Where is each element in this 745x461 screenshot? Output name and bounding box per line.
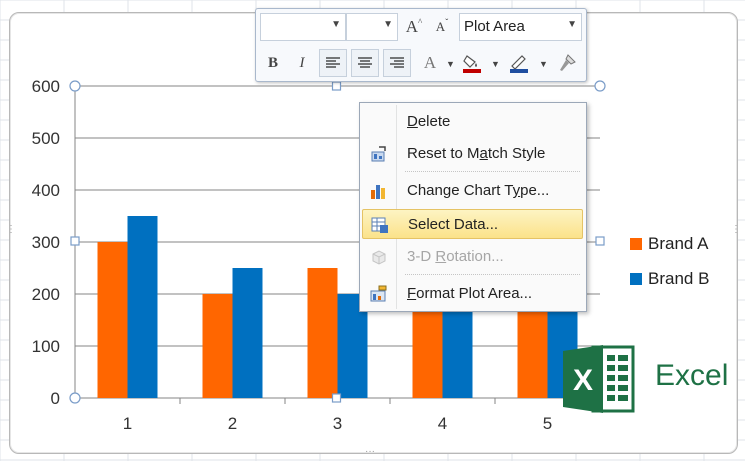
plot-area-resize-handle: [69, 80, 81, 92]
menu-item-delete[interactable]: Delete: [362, 107, 583, 137]
format-painter-button[interactable]: [553, 49, 581, 77]
excel-wordmark: Excel: [655, 359, 729, 392]
menu-item-label: 3-D Rotation...: [407, 248, 504, 265]
rotation-icon: [372, 250, 386, 265]
menu-item-reset-style[interactable]: Reset to Match Style: [362, 139, 583, 169]
plot-area-resize-handle: [595, 236, 605, 246]
y-tick-label: 600: [32, 77, 60, 96]
font-color-label: A: [423, 53, 437, 72]
menu-item-change-chart-type[interactable]: Change Chart Type...: [362, 176, 583, 206]
menu-item-label: Select Data...: [408, 216, 499, 233]
legend-label-brand-a: Brand A: [648, 233, 709, 253]
y-tick-label: 500: [32, 129, 60, 148]
reset-style-icon: [371, 146, 386, 162]
select-data-icon: [371, 217, 388, 233]
bar-brand-a-3: [307, 268, 338, 398]
excel-logo-letter: X: [573, 364, 593, 397]
italic-button[interactable]: I: [288, 49, 316, 77]
fill-color-icon: [463, 55, 481, 73]
bar-brand-a-1: [97, 242, 128, 398]
shrink-font-button[interactable]: Aˇ: [428, 13, 456, 41]
chart-type-icon: [371, 185, 385, 199]
chevron-down-icon: ▼: [383, 19, 393, 30]
menu-item-3d-rotation: 3-D Rotation...: [362, 242, 583, 272]
fill-color-button[interactable]: [458, 49, 486, 77]
chevron-down-icon: ▼: [331, 19, 341, 30]
line-color-button[interactable]: [505, 49, 533, 77]
plot-area-resize-handle: [69, 392, 81, 404]
menu-item-label: Reset to Match Style: [407, 145, 546, 162]
italic-label: I: [299, 54, 305, 71]
context-menu: Delete Reset to Match Style Change Chart…: [359, 102, 587, 312]
align-center-button[interactable]: [351, 49, 379, 77]
menu-item-format-plot-area[interactable]: Format Plot Area...: [362, 279, 583, 309]
menu-separator: [405, 274, 580, 275]
y-tick-label: 100: [32, 337, 60, 356]
legend-swatch-brand-a: [630, 237, 642, 250]
align-center-icon: [358, 57, 372, 68]
bar-brand-a-2: [202, 294, 233, 398]
mini-toolbar: ▼ ▼ A ^ Aˇ Plot Area ▼ B I A ▼ ▼ ▼: [255, 8, 587, 82]
chart-legend[interactable]: Brand A Brand B: [630, 226, 709, 296]
plot-area-resize-handle: [331, 393, 342, 403]
line-color-dropdown-icon[interactable]: ▼: [539, 59, 548, 69]
bold-button[interactable]: B: [259, 49, 287, 77]
font-name-select[interactable]: ▼: [260, 13, 346, 41]
menu-item-label: Change Chart Type...: [407, 182, 550, 199]
align-right-button[interactable]: [383, 49, 411, 77]
font-color-button[interactable]: A: [416, 49, 444, 77]
align-left-icon: [326, 57, 340, 68]
menu-item-label: Format Plot Area...: [407, 285, 533, 302]
grow-font-button[interactable]: A ^: [400, 13, 428, 41]
x-tick-label: 5: [543, 414, 552, 433]
align-right-icon: [390, 57, 404, 68]
y-tick-label: 0: [51, 389, 60, 408]
plot-area-resize-handle: [70, 236, 80, 246]
legend-item-brand-a[interactable]: Brand A: [630, 226, 709, 261]
bar-brand-b-1: [127, 216, 158, 398]
chart-element-value: Plot Area: [464, 18, 525, 35]
y-tick-label: 200: [32, 285, 60, 304]
format-painter-icon: [560, 54, 576, 71]
y-tick-label: 400: [32, 181, 60, 200]
legend-swatch-brand-b: [630, 272, 642, 285]
x-tick-label: 4: [438, 414, 447, 433]
x-tick-label: 1: [123, 414, 132, 433]
line-color-icon: [510, 55, 528, 73]
bar-brand-b-2: [232, 268, 263, 398]
font-size-select[interactable]: ▼: [346, 13, 398, 41]
font-color-dropdown-icon[interactable]: ▼: [446, 59, 455, 69]
format-area-icon: [370, 285, 387, 302]
plot-area-resize-handle: [594, 80, 606, 92]
menu-item-select-data[interactable]: Select Data...: [362, 209, 583, 239]
menu-separator: [405, 171, 580, 172]
chart-element-select[interactable]: Plot Area ▼: [459, 13, 582, 41]
menu-item-label: Delete: [407, 113, 451, 130]
chevron-down-icon: ▼: [567, 19, 577, 30]
bold-label: B: [267, 54, 278, 71]
y-tick-label: 300: [32, 233, 60, 252]
fill-color-dropdown-icon[interactable]: ▼: [491, 59, 500, 69]
x-tick-label: 2: [228, 414, 237, 433]
align-left-button[interactable]: [319, 49, 347, 77]
shrink-font-label: A: [435, 19, 446, 34]
legend-item-brand-b[interactable]: Brand B: [630, 261, 709, 296]
x-tick-label: 3: [333, 414, 342, 433]
grow-font-label: A: [405, 17, 419, 36]
plot-area-resize-handle: [331, 81, 342, 91]
legend-label-brand-b: Brand B: [648, 268, 710, 288]
